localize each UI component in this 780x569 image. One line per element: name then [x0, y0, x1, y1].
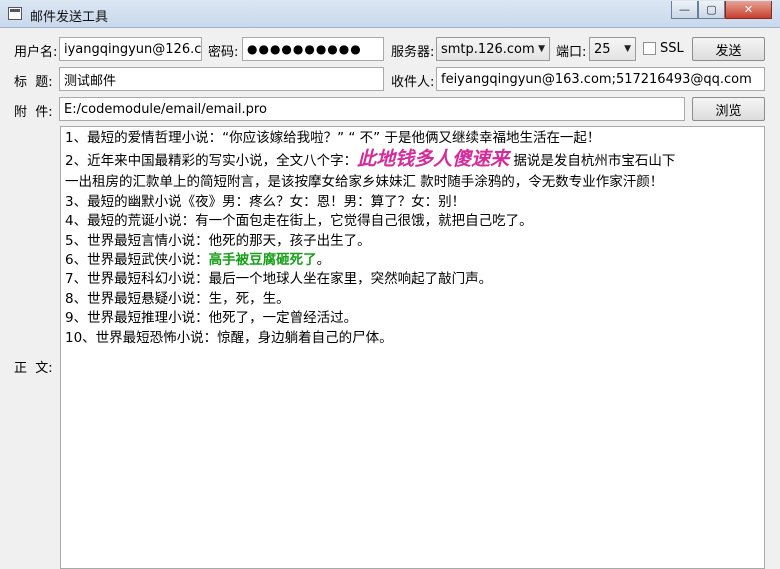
username-input[interactable]: iyangqingyun@126.com	[59, 37, 202, 61]
subject-label: 标 题:	[14, 75, 53, 90]
ssl-label: SSL	[660, 41, 684, 56]
chevron-down-icon: ▼	[538, 44, 545, 54]
close-button[interactable]: ✕	[725, 1, 772, 19]
maximize-button[interactable]: ▢	[698, 1, 725, 19]
minimize-button[interactable]: —	[671, 1, 698, 19]
attachment-value: E:/codemodule/email/email.pro	[64, 101, 267, 117]
password-input[interactable]: ●●●●●●●●●●	[242, 37, 384, 61]
password-value: ●●●●●●●●●●	[247, 42, 362, 56]
title-bar[interactable]: 邮件发送工具 — ▢ ✕	[0, 0, 780, 28]
body-line-9: 9、世界最短推理小说：他死了，一定曾经活过。	[65, 310, 358, 327]
password-label: 密码:	[208, 45, 239, 60]
server-select[interactable]: smtp.126.com ▼	[436, 37, 550, 61]
browse-button[interactable]: 浏览	[692, 97, 765, 121]
body-line-3: 3、最短的幽默小说《夜》男：疼么？女：恩！男：算了？女：别！	[65, 193, 466, 210]
chevron-down-icon: ▼	[624, 44, 631, 54]
browse-button-label: 浏览	[715, 103, 742, 119]
attachment-input[interactable]: E:/codemodule/email/email.pro	[59, 97, 685, 121]
body-line-1: 1、最短的爱情哲理小说：“你应该嫁给我啦？” “ 不” 于是他俩又继续幸福地生活…	[65, 130, 601, 146]
body-line-5: 5、世界最短言情小说：他死的那天，孩子出生了。	[65, 232, 371, 249]
port-label: 端口:	[556, 45, 587, 60]
body-line-8: 8、世界最短悬疑小说：生，死，生。	[65, 290, 290, 307]
body-label: 正 文:	[14, 361, 53, 376]
ssl-checkbox[interactable]	[643, 42, 656, 55]
body-line-4: 4、最短的荒诞小说：有一个面包走在街上，它觉得自己很饿，就把自己吃了。	[65, 213, 533, 230]
subject-value: 测试邮件	[64, 73, 117, 89]
pink-highlight-text: 此地钱多人傻速来	[357, 148, 510, 171]
subject-input[interactable]: 测试邮件	[59, 67, 384, 91]
username-label: 用户名:	[14, 45, 58, 60]
server-value: smtp.126.com	[441, 41, 535, 57]
minimize-icon: —	[679, 3, 690, 16]
window-title: 邮件发送工具	[30, 10, 109, 25]
maximize-icon: ▢	[706, 3, 717, 16]
body-line-2-cont: 一出租房的汇款单上的简短附言，是该按摩女给家乡妹妹汇 款时随手涂鸦的，令无数专业…	[65, 174, 664, 191]
username-value: iyangqingyun@126.com	[64, 41, 202, 57]
server-label: 服务器:	[391, 45, 435, 60]
close-icon: ✕	[743, 3, 754, 16]
recipient-value: feiyangqingyun@163.com;517216493@qq.com	[441, 71, 752, 87]
body-line-6: 6、世界最短武侠小说：高手被豆腐砸死了。	[65, 252, 331, 269]
app-icon	[8, 7, 22, 20]
send-button-label: 发送	[715, 43, 742, 59]
recipient-input[interactable]: feiyangqingyun@163.com;517216493@qq.com	[436, 67, 765, 91]
body-textarea[interactable]: 1、最短的爱情哲理小说：“你应该嫁给我啦？” “ 不” 于是他俩又继续幸福地生活…	[60, 126, 765, 569]
green-highlight-text: 高手被豆腐砸死了	[208, 252, 317, 269]
body-line-10: 10、世界最短恐怖小说：惊醒，身边躺着自己的尸体。	[65, 329, 393, 346]
recipient-label: 收件人:	[391, 75, 435, 90]
attachment-label: 附 件:	[14, 105, 53, 120]
send-button[interactable]: 发送	[692, 37, 765, 61]
port-value: 25	[594, 41, 611, 57]
port-select[interactable]: 25 ▼	[589, 37, 636, 61]
body-line-2: 2、近年来中国最精彩的写实小说，全文八个字：此地钱多人傻速来 据说是发自杭州市宝…	[65, 148, 676, 171]
body-line-7: 7、世界最短科幻小说：最后一个地球人坐在家里，突然响起了敲门声。	[65, 271, 493, 288]
